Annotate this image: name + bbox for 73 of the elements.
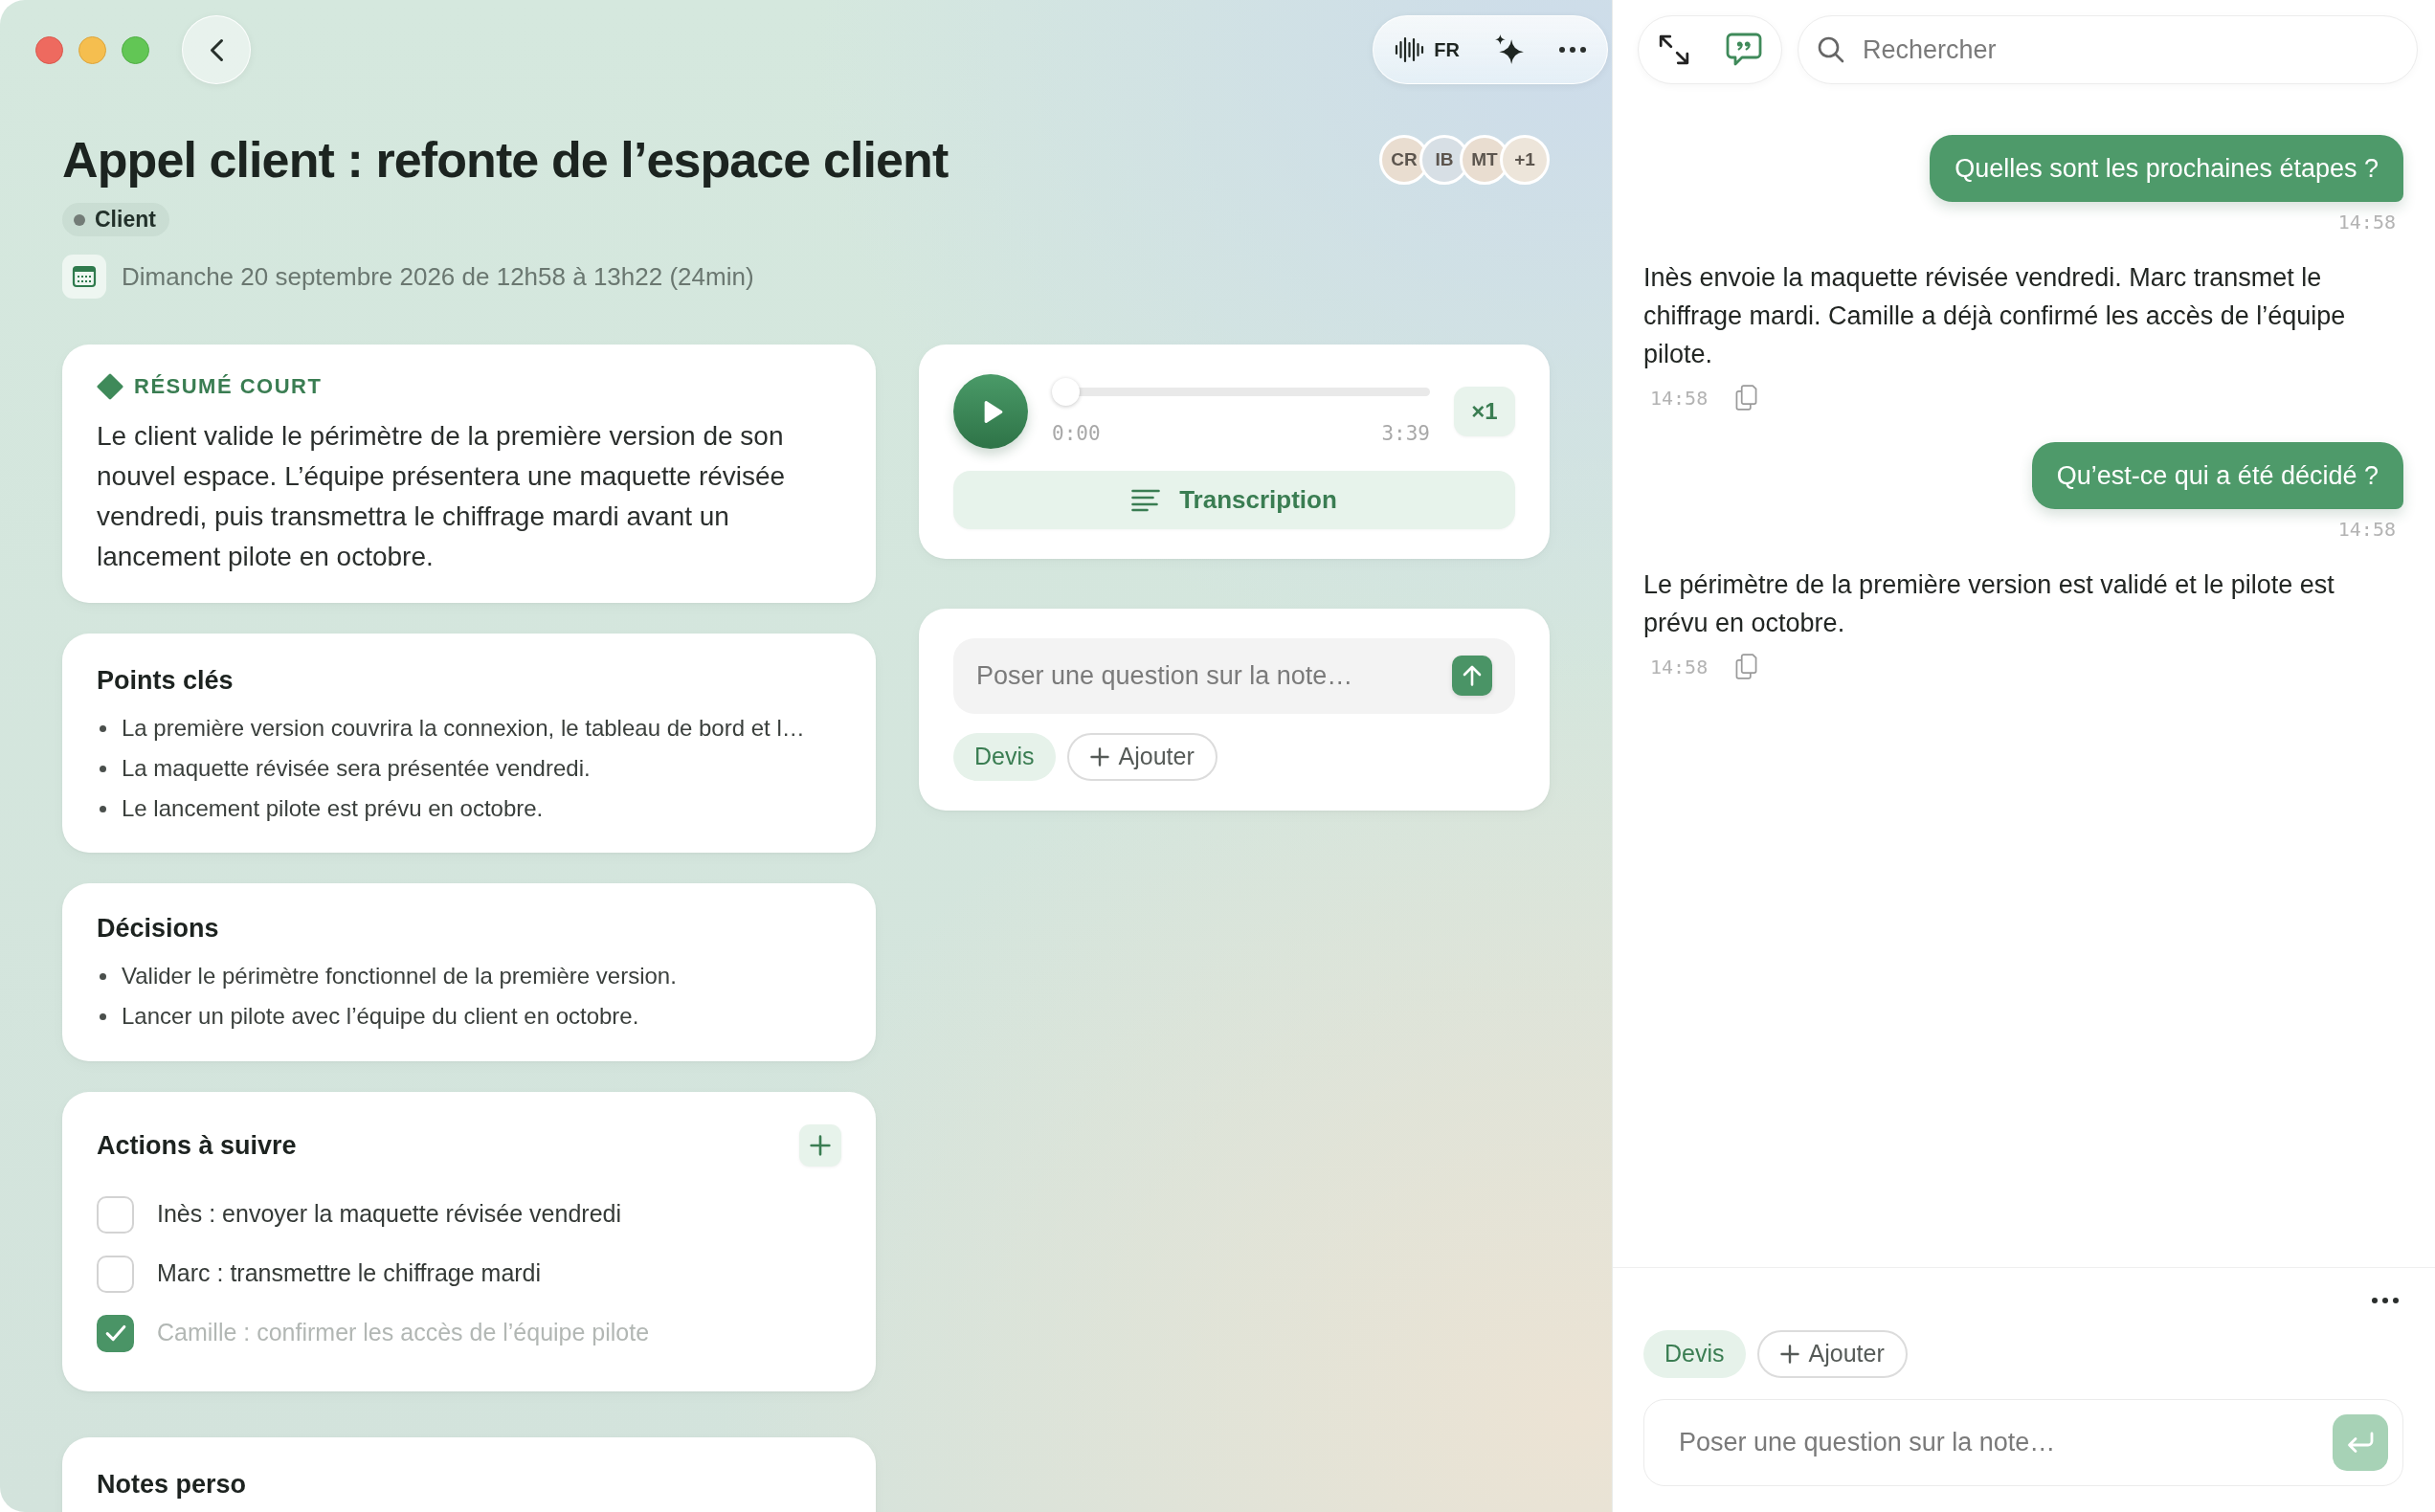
extra-participants-avatar: +1 xyxy=(1500,135,1550,185)
bullet-text: La maquette révisée sera présentée vendredi. xyxy=(122,754,591,783)
transcription-button[interactable]: Transcription xyxy=(953,471,1515,529)
chevron-left-icon xyxy=(209,37,224,62)
send-button[interactable] xyxy=(1452,656,1492,696)
category-tag[interactable]: Client xyxy=(62,203,169,236)
bullet-icon xyxy=(100,724,106,732)
assistant-message: Inès envoie la maquette révisée vendredi. Marc transmet le chiffrage mardi. Camille a déjà confirmé les accès de l’équipe pilote. xyxy=(1643,262,2347,370)
search-field[interactable]: Rechercher xyxy=(1798,15,2418,84)
minimize-window-icon[interactable] xyxy=(78,35,106,64)
add-chip-button[interactable]: Ajouter xyxy=(1066,733,1218,781)
message-time: 14:58 xyxy=(2337,517,2397,542)
close-window-icon[interactable] xyxy=(35,35,63,64)
copy-icon[interactable] xyxy=(1735,384,1758,411)
action-item-text: Marc : transmettre le chiffrage mardi xyxy=(157,1258,542,1289)
action-item-text: Camille : confirmer les accès de l’équipe pilote xyxy=(157,1318,650,1348)
plus-icon xyxy=(1779,1345,1799,1364)
search-icon xyxy=(1818,36,1844,63)
summary-text: Le client valide le périmètre de la première version de son nouvel espace. L’équipe présentera une maquette révisée vendredi, puis transmettra le chiffrage mardi avant un lancement pilote en octobre. xyxy=(97,420,787,573)
sparkle-icon[interactable] xyxy=(1494,34,1525,65)
bullet-text: La première version couvrira la connexion, le tableau de bord et l… xyxy=(122,714,805,743)
expand-icon[interactable] xyxy=(1658,33,1690,66)
calendar-icon xyxy=(62,255,106,299)
chat-icon[interactable] xyxy=(1726,33,1762,67)
plus-icon xyxy=(1089,747,1109,767)
suggestion-chip[interactable]: Devis xyxy=(953,733,1056,781)
question-field[interactable]: Poser une question sur la note… xyxy=(1643,1399,2403,1486)
return-icon xyxy=(2346,1431,2375,1455)
lines-icon xyxy=(1131,488,1161,512)
bullet-text: Le lancement pilote est prévu en octobre. xyxy=(122,794,544,823)
user-message: Quelles sont les prochaines étapes ? xyxy=(1930,135,2403,202)
bullet-text: Lancer un pilote avec l’équipe du client en octobre. xyxy=(122,1002,639,1031)
progress-thumb[interactable] xyxy=(1052,378,1080,406)
language-button[interactable]: FR xyxy=(1395,35,1460,64)
progress-slider[interactable] xyxy=(1052,378,1430,406)
bullet-icon xyxy=(100,765,106,772)
section-title: Actions à suivre xyxy=(97,1130,297,1162)
arrow-up-icon xyxy=(1463,665,1482,686)
bullet-text: Valider le périmètre fonctionnel de la première version. xyxy=(122,962,677,990)
more-icon[interactable] xyxy=(2372,1298,2399,1303)
message-time: 14:58 xyxy=(2337,210,2397,234)
note-title: Appel client : refonte de l’espace client xyxy=(62,131,949,189)
section-title: Décisions xyxy=(97,913,220,945)
bullet-icon xyxy=(100,805,106,812)
play-button[interactable] xyxy=(953,374,1028,449)
suggestion-chip[interactable]: Devis xyxy=(1643,1330,1746,1378)
bullet-icon xyxy=(100,972,106,980)
section-title: Notes perso xyxy=(97,1469,248,1501)
waveform-icon xyxy=(1395,36,1425,63)
total-time: 3:39 xyxy=(1381,422,1430,445)
check-icon xyxy=(104,1324,126,1342)
meeting-date: Dimanche 20 septembre 2026 de 12h58 à 13h22 (24min) xyxy=(122,260,754,293)
action-item-text: Inès : envoyer la maquette révisée vendredi xyxy=(157,1199,621,1230)
elapsed-time: 0:00 xyxy=(1052,422,1101,445)
add-action-button[interactable] xyxy=(799,1124,841,1167)
user-message: Qu’est-ce qui a été décidé ? xyxy=(2031,442,2403,509)
bullet-icon xyxy=(100,1012,106,1020)
plus-icon xyxy=(810,1135,831,1156)
diamond-icon xyxy=(97,373,123,400)
add-chip-button[interactable]: Ajouter xyxy=(1756,1330,1908,1378)
copy-icon[interactable] xyxy=(1735,653,1758,680)
zoom-window-icon[interactable] xyxy=(122,35,149,64)
message-time: 14:58 xyxy=(1650,385,1709,411)
assistant-message: Le périmètre de la première version est validé et le pilote est prévu en octobre. xyxy=(1643,569,2335,639)
summary-heading: RÉSUMÉ COURT xyxy=(134,373,323,400)
play-icon xyxy=(983,399,1003,424)
section-title: Points clés xyxy=(97,665,235,697)
more-icon[interactable] xyxy=(1559,47,1586,53)
dot-icon xyxy=(74,213,85,226)
checkbox[interactable] xyxy=(97,1314,134,1352)
message-time: 14:58 xyxy=(1650,654,1709,679)
question-field[interactable]: Poser une question sur la note… xyxy=(953,638,1515,714)
playback-speed-button[interactable]: ×1 xyxy=(1454,387,1515,436)
